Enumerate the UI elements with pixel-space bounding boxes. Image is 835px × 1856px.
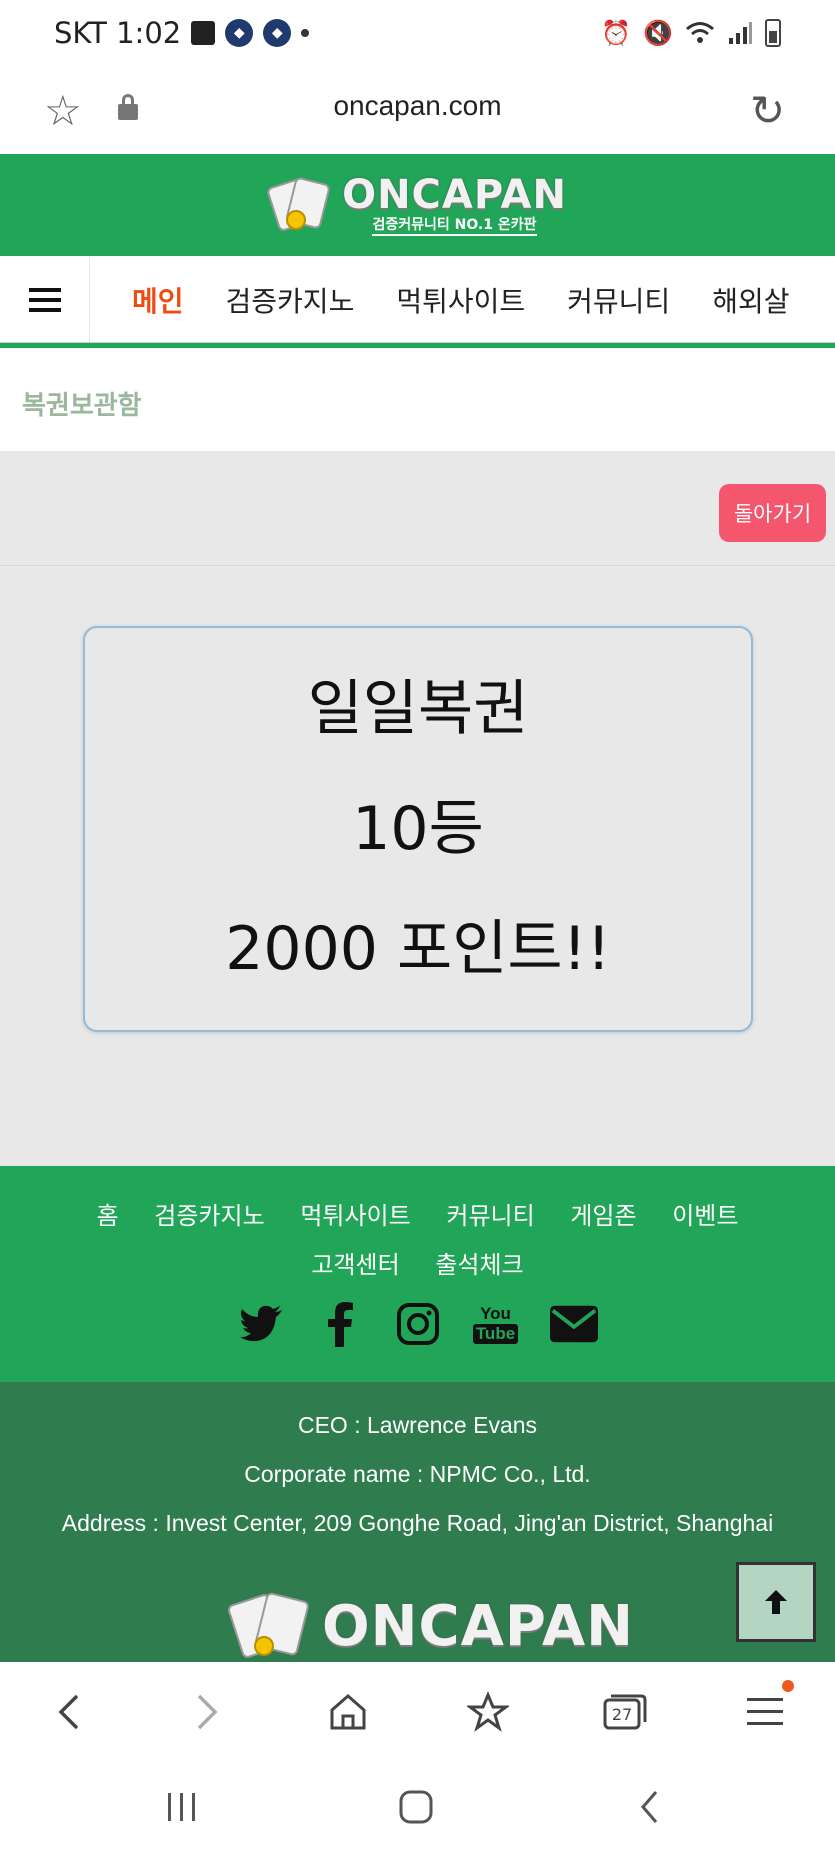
scroll-to-top-button[interactable] xyxy=(736,1562,816,1642)
footer-links: 홈 검증카지노 먹튀사이트 커뮤니티 게임존 이벤트 고객센터 출석체크 xyxy=(0,1192,835,1290)
content-toolbar: 돌아가기 xyxy=(0,451,835,566)
instagram-icon[interactable] xyxy=(394,1300,442,1348)
hamburger-icon xyxy=(28,285,61,315)
main-content: 돌아가기 일일복권 10등 2000 포인트!! xyxy=(0,451,835,1166)
corporate-info: Corporate name : NPMC Co., Ltd. xyxy=(244,1461,591,1487)
footer-link-attendance[interactable]: 출석체크 xyxy=(435,1251,523,1279)
signal-icon xyxy=(729,22,752,44)
footer-link-community[interactable]: 커뮤니티 xyxy=(446,1202,534,1230)
app-notification-icon: ◆ xyxy=(263,19,292,47)
carrier-time: SKT 1:02 xyxy=(54,16,182,50)
forward-icon[interactable] xyxy=(178,1682,238,1742)
arrow-up-icon xyxy=(765,1590,787,1614)
twitter-icon[interactable] xyxy=(238,1300,286,1348)
tab-count: 27 xyxy=(612,1705,632,1724)
logo-emblem-icon xyxy=(265,176,332,234)
menu-notification-dot xyxy=(782,1680,794,1692)
main-nav: 메인 검증카지노 먹튀사이트 커뮤니티 해외살 xyxy=(0,256,835,348)
browser-toolbar: 27 xyxy=(0,1662,835,1762)
back-icon[interactable] xyxy=(38,1682,98,1742)
social-links: You Tube xyxy=(0,1300,835,1348)
bookmarks-icon[interactable] xyxy=(458,1682,518,1742)
image-notification-icon xyxy=(191,21,216,45)
footer-link-verified-casino[interactable]: 검증카지노 xyxy=(154,1202,264,1230)
status-right: ⏰ 🔇 xyxy=(601,19,781,47)
prize-rank: 10등 xyxy=(352,794,484,864)
footer-link-scam-sites[interactable]: 먹튀사이트 xyxy=(300,1202,410,1230)
youtube-label-bottom: Tube xyxy=(472,1324,519,1344)
youtube-icon[interactable]: You Tube xyxy=(472,1300,520,1348)
app-notification-icon: ◆ xyxy=(225,19,254,47)
status-left: SKT 1:02 ◆ ◆ xyxy=(54,16,310,50)
url-text[interactable]: oncapan.com xyxy=(0,90,835,122)
recent-apps-icon[interactable] xyxy=(152,1782,212,1832)
footer-link-home[interactable]: 홈 xyxy=(97,1202,119,1230)
reload-icon[interactable]: ↻ xyxy=(750,86,785,135)
nav-item-scam-sites[interactable]: 먹튀사이트 xyxy=(396,280,525,320)
breadcrumb: 복권보관함 xyxy=(0,353,835,451)
site-logo[interactable]: ONCAPAN 검증커뮤니티 NO.1 온카판 xyxy=(265,172,567,236)
email-icon[interactable] xyxy=(549,1300,598,1348)
wifi-icon xyxy=(686,22,714,43)
youtube-label-top: You xyxy=(480,1304,511,1323)
ceo-info: CEO : Lawrence Evans xyxy=(297,1412,538,1438)
footer-link-customer-center[interactable]: 고객센터 xyxy=(311,1251,399,1279)
nav-items: 메인 검증카지노 먹튀사이트 커뮤니티 해외살 xyxy=(132,256,789,343)
nav-item-main[interactable]: 메인 xyxy=(132,280,184,320)
prize-card: 일일복권 10등 2000 포인트!! xyxy=(83,626,753,1032)
page-title: 복권보관함 xyxy=(22,391,142,421)
prize-points: 2000 포인트!! xyxy=(225,914,611,984)
more-notifications-dot xyxy=(301,29,310,37)
nav-item-community[interactable]: 커뮤니티 xyxy=(567,280,670,320)
footer-info: CEO : Lawrence Evans Corporate name : NP… xyxy=(0,1382,835,1662)
footer-logo-text: ONCAPAN xyxy=(322,1594,635,1659)
logo-text: ONCAPAN xyxy=(342,172,567,218)
mute-icon: 🔇 xyxy=(643,19,673,47)
logo-emblem-icon xyxy=(226,1591,314,1662)
footer-logo: ONCAPAN xyxy=(226,1591,635,1662)
logo-subtext: 검증커뮤니티 NO.1 온카판 xyxy=(372,216,537,236)
android-nav-bar xyxy=(0,1762,835,1856)
back-nav-icon[interactable] xyxy=(620,1782,680,1832)
hamburger-menu-button[interactable] xyxy=(0,256,90,343)
tabs-icon[interactable]: 27 xyxy=(595,1682,655,1742)
status-bar: SKT 1:02 ◆ ◆ ⏰ 🔇 xyxy=(0,0,835,66)
browser-url-bar: ☆ oncapan.com ↻ xyxy=(0,66,835,154)
battery-icon xyxy=(765,19,781,47)
footer-nav: 홈 검증카지노 먹튀사이트 커뮤니티 게임존 이벤트 고객센터 출석체크 You… xyxy=(0,1166,835,1382)
footer-link-events[interactable]: 이벤트 xyxy=(672,1202,738,1230)
nav-item-verified-casino[interactable]: 검증카지노 xyxy=(226,280,355,320)
back-button[interactable]: 돌아가기 xyxy=(719,484,826,542)
alarm-icon: ⏰ xyxy=(601,19,632,47)
prize-lottery-name: 일일복권 xyxy=(307,674,529,744)
footer-link-game-zone[interactable]: 게임존 xyxy=(570,1202,636,1230)
site-header: ONCAPAN 검증커뮤니티 NO.1 온카판 xyxy=(0,154,835,256)
nav-item-overseas[interactable]: 해외살 xyxy=(712,280,789,320)
home-icon[interactable] xyxy=(318,1682,378,1742)
facebook-icon[interactable] xyxy=(316,1300,364,1348)
home-nav-icon[interactable] xyxy=(386,1782,446,1832)
address-info: Address : Invest Center, 209 Gonghe Road… xyxy=(61,1510,774,1536)
